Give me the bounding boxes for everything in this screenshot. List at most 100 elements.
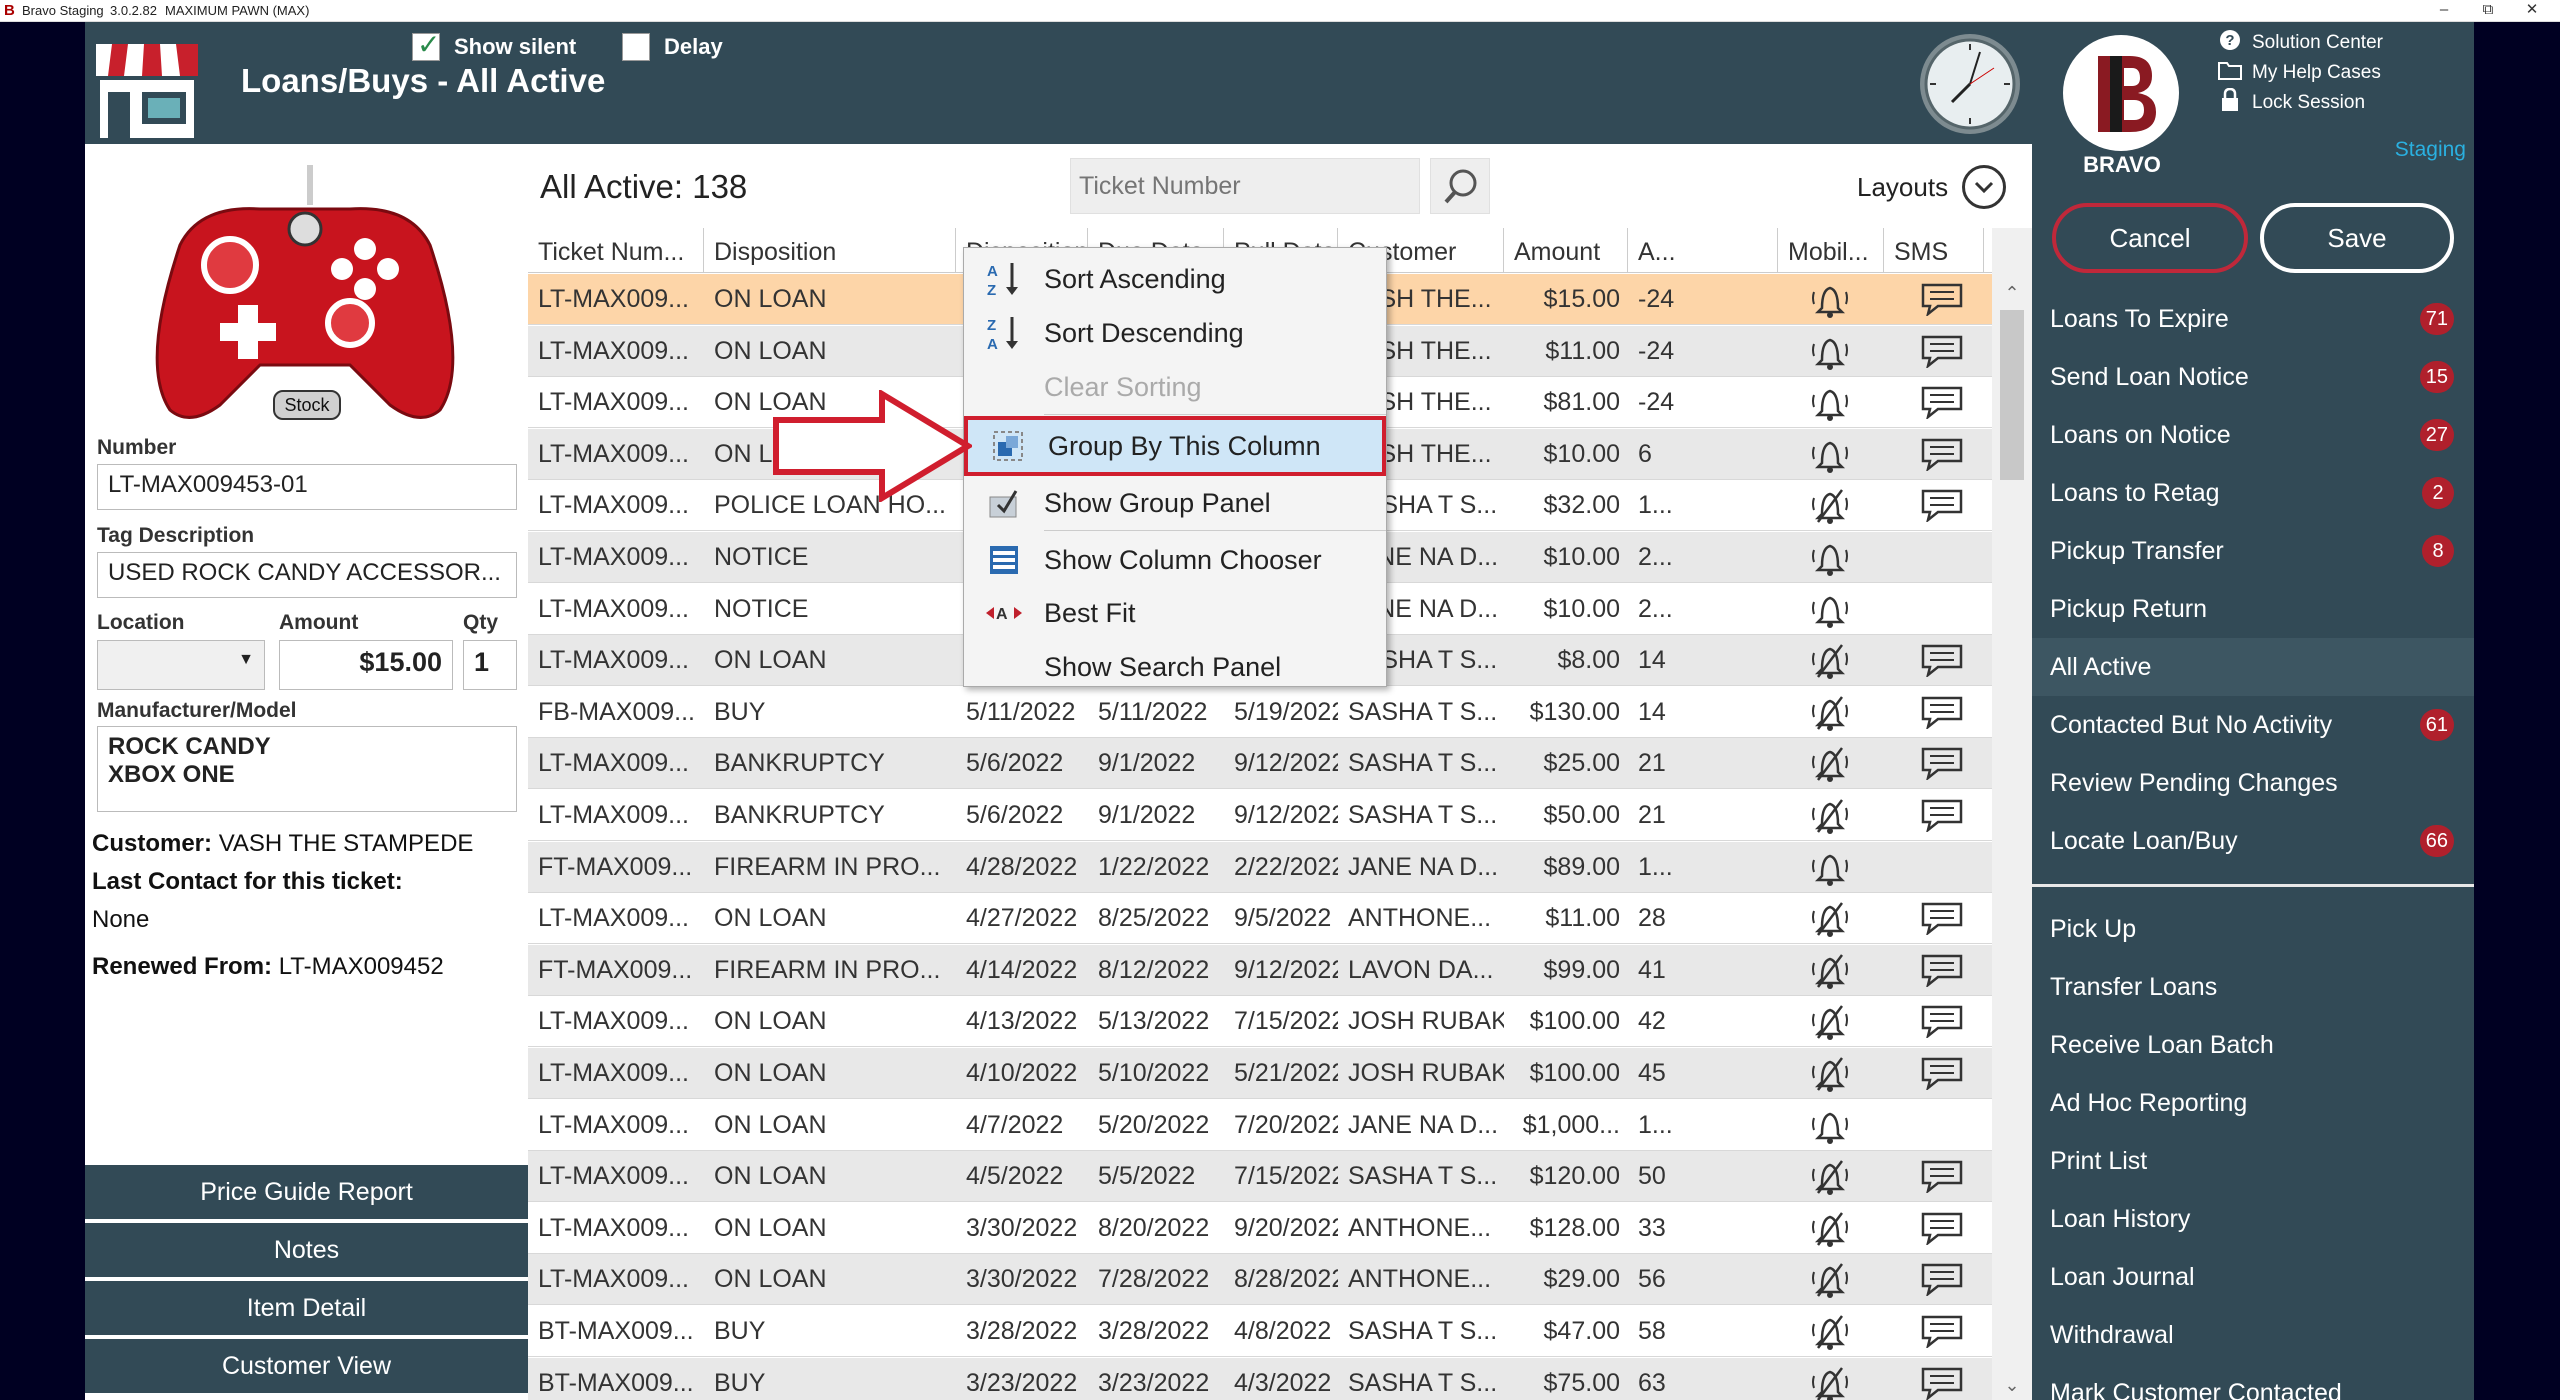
scroll-thumb[interactable] — [2000, 310, 2024, 480]
menu-clear-sorting[interactable]: Clear Sorting — [964, 362, 1386, 412]
table-row[interactable]: FB-MAX009... BUY 5/11/2022 5/11/2022 5/19/20… — [528, 687, 1992, 738]
price-guide-report-button[interactable]: Price Guide Report — [85, 1165, 528, 1219]
column-header[interactable]: Amount — [1504, 228, 1628, 273]
bell-icon[interactable] — [1778, 842, 1884, 893]
minimize-icon[interactable]: – — [2422, 0, 2466, 22]
menu-sort-ascending[interactable]: AZ Sort Ascending — [964, 254, 1386, 304]
sms-icon[interactable] — [1884, 1048, 1984, 1099]
table-row[interactable]: FT-MAX009... FIREARM IN PRO... 4/14/2022 8/… — [528, 944, 1992, 996]
menu-show-group-panel[interactable]: Show Group Panel — [964, 478, 1386, 528]
sms-icon[interactable] — [1884, 738, 1984, 789]
action-receive-loan-batch[interactable]: Receive Loan Batch — [2032, 1016, 2474, 1074]
bell-off-icon[interactable] — [1778, 893, 1884, 944]
tag-description-field[interactable]: USED ROCK CANDY ACCESSOR... — [97, 552, 517, 598]
bell-off-icon[interactable] — [1778, 996, 1884, 1047]
sms-icon[interactable] — [1884, 1358, 1984, 1400]
restore-icon[interactable]: ⧉ — [2466, 0, 2510, 22]
action-mark-customer-contacted[interactable]: Mark Customer Contacted — [2032, 1364, 2474, 1400]
my-help-cases-link[interactable]: My Help Cases — [2216, 59, 2381, 87]
action-loan-history[interactable]: Loan History — [2032, 1190, 2474, 1248]
bell-icon[interactable] — [1778, 377, 1884, 428]
action-transfer-loans[interactable]: Transfer Loans — [2032, 958, 2474, 1016]
menu-item-loans-to-retag[interactable]: Loans to Retag 2 — [2032, 464, 2474, 522]
bell-off-icon[interactable] — [1778, 1254, 1884, 1305]
save-button[interactable]: Save — [2260, 203, 2454, 273]
cancel-button[interactable]: Cancel — [2052, 203, 2248, 273]
menu-item-locate-loan-buy[interactable]: Locate Loan/Buy 66 — [2032, 812, 2474, 870]
menu-item-loans-on-notice[interactable]: Loans on Notice 27 — [2032, 406, 2474, 464]
column-header[interactable]: SMS — [1884, 228, 1984, 273]
menu-item-pickup-transfer[interactable]: Pickup Transfer 8 — [2032, 522, 2474, 580]
sms-icon[interactable] — [1884, 1203, 1984, 1254]
bell-off-icon[interactable] — [1778, 945, 1884, 996]
table-row[interactable]: LT-MAX009... ON LOAN 4/7/2022 5/20/2022 7/20… — [528, 1100, 1992, 1151]
table-row[interactable]: LT-MAX009... ON LOAN 3/30/2022 8/20/2022 9/2… — [528, 1203, 1992, 1254]
menu-item-pickup-return[interactable]: Pickup Return — [2032, 580, 2474, 638]
sms-icon[interactable] — [1884, 326, 1984, 377]
menu-show-column-chooser[interactable]: Show Column Chooser — [964, 532, 1386, 588]
menu-item-contacted-but-no-activity[interactable]: Contacted But No Activity 61 — [2032, 696, 2474, 754]
bell-icon[interactable] — [1778, 532, 1884, 583]
bell-off-icon[interactable] — [1778, 1306, 1884, 1357]
bell-icon[interactable] — [1778, 429, 1884, 480]
table-row[interactable]: LT-MAX009... BANKRUPTCY 5/6/2022 9/1/2022 9/… — [528, 738, 1992, 790]
qty-field[interactable]: 1 — [463, 640, 517, 690]
menu-item-review-pending-changes[interactable]: Review Pending Changes — [2032, 754, 2474, 812]
table-row[interactable]: BT-MAX009... BUY 3/28/2022 3/28/2022 4/8/202… — [528, 1306, 1992, 1357]
bell-off-icon[interactable] — [1778, 738, 1884, 789]
ticket-number-search-input[interactable] — [1070, 158, 1420, 214]
menu-sort-descending[interactable]: ZA Sort Descending — [964, 308, 1386, 358]
bell-icon[interactable] — [1778, 326, 1884, 377]
scroll-down-icon[interactable]: ⌄ — [1992, 1370, 2032, 1400]
sms-icon[interactable] — [1884, 1151, 1984, 1202]
sms-icon[interactable] — [1884, 945, 1984, 996]
notes-button[interactable]: Notes — [85, 1223, 528, 1277]
item-detail-button[interactable]: Item Detail — [85, 1281, 528, 1335]
bell-icon[interactable] — [1778, 1100, 1884, 1151]
bell-icon[interactable] — [1778, 274, 1884, 325]
location-select[interactable]: ▼ — [97, 640, 265, 690]
bell-off-icon[interactable] — [1778, 1048, 1884, 1099]
sms-icon[interactable] — [1884, 377, 1984, 428]
sms-icon[interactable] — [1884, 893, 1984, 944]
sms-icon[interactable] — [1884, 996, 1984, 1047]
bell-off-icon[interactable] — [1778, 480, 1884, 531]
menu-item-all-active[interactable]: All Active — [2032, 638, 2474, 696]
bell-off-icon[interactable] — [1778, 1203, 1884, 1254]
lock-session-link[interactable]: Lock Session — [2216, 87, 2365, 117]
column-header[interactable]: Ticket Num... — [528, 228, 704, 273]
scroll-up-icon[interactable]: ⌃ — [1992, 278, 2032, 308]
sms-icon[interactable] — [1884, 480, 1984, 531]
action-ad-hoc-reporting[interactable]: Ad Hoc Reporting — [2032, 1074, 2474, 1132]
manufacturer-model-field[interactable]: ROCK CANDY XBOX ONE — [97, 726, 517, 812]
table-row[interactable]: LT-MAX009... ON LOAN 4/5/2022 5/5/2022 7/15/… — [528, 1151, 1992, 1203]
column-header[interactable]: Disposition — [704, 228, 956, 273]
close-icon[interactable]: ✕ — [2510, 0, 2554, 22]
bell-icon[interactable] — [1778, 584, 1884, 635]
bell-off-icon[interactable] — [1778, 1151, 1884, 1202]
action-print-list[interactable]: Print List — [2032, 1132, 2474, 1190]
sms-icon[interactable] — [1884, 1254, 1984, 1305]
action-pick-up[interactable]: Pick Up — [2032, 900, 2474, 958]
table-row[interactable]: BT-MAX009... BUY 3/23/2022 3/23/2022 4/3/202… — [528, 1357, 1992, 1400]
layouts-dropdown[interactable]: Layouts — [1857, 164, 2007, 210]
sms-icon[interactable] — [1884, 635, 1984, 686]
search-button[interactable] — [1430, 158, 1490, 214]
customer-view-button[interactable]: Customer View — [85, 1339, 528, 1393]
sms-icon[interactable] — [1884, 1306, 1984, 1357]
menu-best-fit[interactable]: A Best Fit — [964, 588, 1386, 638]
table-row[interactable]: LT-MAX009... BANKRUPTCY 5/6/2022 9/1/2022 9/… — [528, 790, 1992, 841]
number-field[interactable]: LT-MAX009453-01 — [97, 464, 517, 510]
amount-field[interactable]: $15.00 — [279, 640, 453, 690]
sms-icon[interactable] — [1884, 274, 1984, 325]
table-row[interactable]: LT-MAX009... ON LOAN 4/10/2022 5/10/2022 5/2… — [528, 1048, 1992, 1099]
bell-off-icon[interactable] — [1778, 687, 1884, 738]
action-withdrawal[interactable]: Withdrawal — [2032, 1306, 2474, 1364]
menu-group-by-this-column[interactable]: Group By This Column — [964, 416, 1386, 476]
sms-icon[interactable] — [1884, 429, 1984, 480]
vertical-scrollbar[interactable]: ⌃ ⌄ — [1992, 228, 2032, 1400]
delay-checkbox[interactable]: Delay — [622, 32, 723, 62]
table-row[interactable]: LT-MAX009... ON LOAN 4/27/2022 8/25/2022 9/5… — [528, 893, 1992, 945]
column-header[interactable]: A... — [1628, 228, 1778, 273]
column-header[interactable]: Mobil... — [1778, 228, 1884, 273]
